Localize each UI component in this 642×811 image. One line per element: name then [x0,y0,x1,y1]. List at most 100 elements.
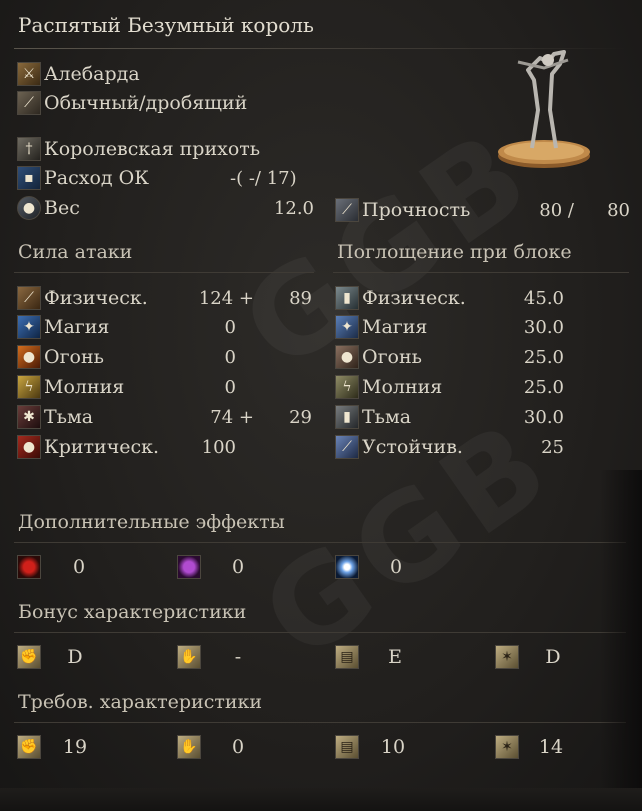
attack-type-icon: ⟋ [17,91,41,115]
effects-heading: Дополнительные эффекты [18,511,285,533]
attack-row-label: Тьма [44,406,94,428]
intelligence-icon: ▤ [335,735,359,759]
attack-row-label: Огонь [44,346,104,368]
item-name: Распятый Безумный король [18,13,314,37]
weight-label: Вес [44,197,80,219]
panel-edge-shadow [600,470,642,811]
attack-row-label: Критическ. [44,436,160,458]
fp-cost-value: -( -/ 17) [230,168,297,189]
attack-row: ✦ Магия [17,313,109,341]
guard-row: ⟋ Устойчив. [335,433,463,461]
attack-row: ϟ Молния [17,373,124,401]
guard-row: ▮ Физическ. [335,284,466,312]
poison-value: 0 [231,556,245,578]
attack-row-base: 100 [201,437,236,458]
guard-row-label: Устойчив. [362,436,463,458]
attack-row-base: 0 [224,317,236,338]
guard-row-label: Физическ. [362,287,466,309]
attack-row: ⟋ Физическ. [17,284,148,312]
weapon-type-row: ⚔ Алебарда [17,60,140,88]
durability-icon: ⟋ [335,198,359,222]
guard-absorption-divider [333,272,629,273]
fire-guard-icon: ● [335,345,359,369]
attack-power-divider [14,272,314,273]
fire-attack-icon: ● [17,345,41,369]
fp-cost-label: Расход ОК [44,167,149,189]
frost-value: 0 [389,556,403,578]
weight-value: 12.0 [273,198,314,219]
guard-row-value: 25.0 [523,377,564,398]
attack-power-heading: Сила атаки [18,241,133,263]
guard-row-value: 25.0 [523,347,564,368]
attack-type-row: ⟋ Обычный/дробящий [17,89,247,117]
dexterity-icon: ✋ [177,645,201,669]
durability-label: Прочность [362,199,471,221]
critical-icon: ● [17,435,41,459]
requirements-divider [14,722,626,723]
skill-row: † Королевская прихоть [17,135,260,163]
strength-requirement: 19 [62,736,88,758]
faith-icon: ✶ [495,645,519,669]
weight-icon: ● [17,196,41,220]
durability-current: 80 / [539,200,574,221]
item-stats-panel: GGB GGB Распятый Безумный король ⚔ Алеба… [0,0,642,811]
skill-label: Королевская прихоть [44,138,261,160]
attack-row: ● Огонь [17,343,104,371]
attack-row-bonus: 89 [289,288,312,309]
guard-row: ϟ Молния [335,373,442,401]
intelligence-requirement: 10 [380,736,406,758]
guard-absorption-heading: Поглощение при блоке [337,241,572,263]
guard-row: ✦ Магия [335,313,427,341]
scaling-heading: Бонус характеристики [18,601,247,623]
attack-row: ● Критическ. [17,433,159,461]
faith-icon: ✶ [495,735,519,759]
bleed-icon [17,555,41,579]
poison-icon [177,555,201,579]
guard-row-value: 30.0 [523,317,564,338]
attack-row-base: 0 [224,377,236,398]
attack-row-base: 0 [224,347,236,368]
item-figure-image [498,50,590,168]
dark-attack-icon: ✱ [17,405,41,429]
skill-icon: † [17,137,41,161]
lightning-attack-icon: ϟ [17,375,41,399]
weight-row: ● Вес [17,194,80,222]
weapon-type-icon: ⚔ [17,62,41,86]
guard-row-label: Молния [362,376,443,398]
attack-row-bonus: 29 [289,407,312,428]
attack-row-label: Молния [44,376,125,398]
strength-scaling: D [67,646,83,668]
lightning-guard-icon: ϟ [335,375,359,399]
magic-attack-icon: ✦ [17,315,41,339]
guard-row: ▮ Тьма [335,403,411,431]
requirements-heading: Требов. характеристики [18,691,263,713]
attack-row-label: Магия [44,316,110,338]
guard-row-value: 45.0 [523,288,564,309]
faith-scaling: D [545,646,561,668]
attack-row-base: 74 + [210,407,254,428]
intelligence-scaling: E [388,646,402,668]
attack-type-label: Обычный/дробящий [44,92,248,114]
stability-icon: ⟋ [335,435,359,459]
guard-row-value: 30.0 [523,407,564,428]
attack-row-label: Физическ. [44,287,148,309]
guard-row-label: Огонь [362,346,422,368]
guard-row-label: Тьма [362,406,412,428]
bleed-value: 0 [72,556,86,578]
fp-cost-icon: ▪ [17,166,41,190]
guard-row-label: Магия [362,316,428,338]
magic-guard-icon: ✦ [335,315,359,339]
strength-icon: ✊ [17,735,41,759]
dark-guard-icon: ▮ [335,405,359,429]
guard-row-value: 25 [541,437,564,458]
durability-row: ⟋ Прочность [335,196,470,224]
attack-row: ✱ Тьма [17,403,93,431]
dexterity-icon: ✋ [177,735,201,759]
bottom-bar [0,788,642,811]
weapon-type-label: Алебарда [44,63,140,85]
strength-icon: ✊ [17,645,41,669]
guard-row: ● Огонь [335,343,422,371]
dexterity-requirement: 0 [231,736,245,758]
durability-max: 80 [607,200,630,221]
fp-cost-row: ▪ Расход ОК [17,164,149,192]
